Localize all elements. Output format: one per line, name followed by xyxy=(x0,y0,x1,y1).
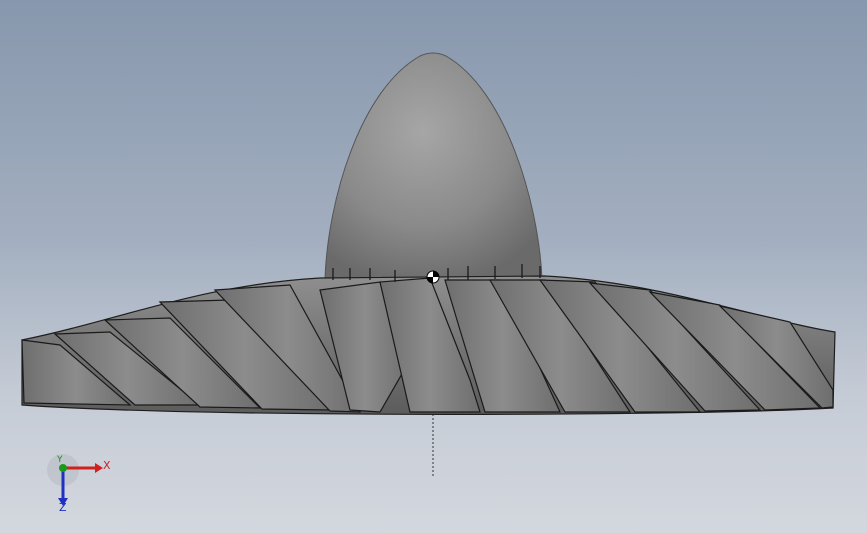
x-axis-label: X xyxy=(103,459,111,472)
coordinate-triad[interactable]: X Y Z xyxy=(40,450,130,520)
blade-set[interactable] xyxy=(21,277,834,413)
triad-axes xyxy=(47,454,103,506)
z-axis-label: Z xyxy=(59,501,67,514)
nose-cone[interactable] xyxy=(324,52,543,279)
origin-marker[interactable] xyxy=(426,270,440,284)
impeller-model[interactable] xyxy=(0,0,867,533)
graphics-viewport[interactable]: X Y Z xyxy=(0,0,867,533)
y-axis-label: Y xyxy=(57,455,63,465)
